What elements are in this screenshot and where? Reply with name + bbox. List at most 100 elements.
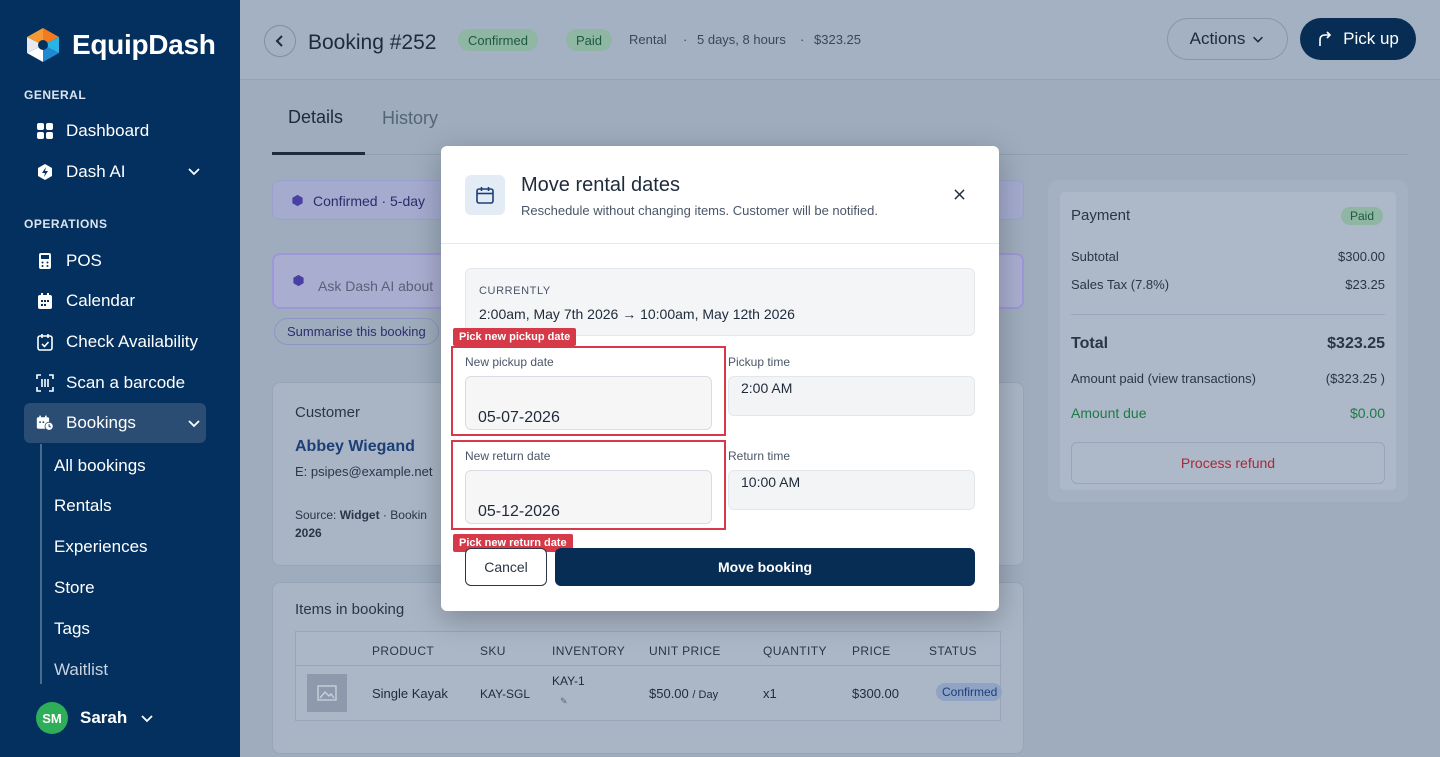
product-thumbnail (307, 674, 347, 712)
chevron-down-icon[interactable] (186, 163, 202, 179)
payment-header: Payment Paid (1071, 207, 1385, 225)
chevron-down-icon[interactable] (186, 415, 202, 431)
source-value: Widget (339, 508, 380, 522)
barcode-icon (36, 374, 54, 392)
sidebar-subitem-all-bookings[interactable]: All bookings (54, 456, 146, 476)
actions-button[interactable]: Actions (1167, 18, 1288, 60)
meta-separator: · (800, 32, 805, 47)
source-year: 2026 (295, 526, 322, 540)
items-title: Items in booking (295, 601, 405, 618)
sidebar-subitem-store[interactable]: Store (54, 578, 95, 598)
calendar-icon (36, 292, 54, 310)
return-time-input[interactable]: 10:00 AM (728, 470, 975, 510)
sidebar-item-scan-barcode[interactable]: Scan a barcode (24, 364, 206, 402)
customer-title: Customer (295, 404, 361, 421)
pickup-button[interactable]: Pick up (1300, 18, 1416, 60)
sidebar-item-calendar[interactable]: Calendar (24, 282, 206, 320)
sidebar-item-label: Bookings (66, 413, 136, 432)
amount-paid-value: ($323.25 ) (1325, 371, 1385, 386)
back-button[interactable] (264, 25, 296, 57)
move-dates-modal: Move rental dates Reschedule without cha… (441, 146, 999, 611)
payment-card: Payment Paid Subtotal $300.00 Sales Tax … (1048, 180, 1408, 502)
amount-paid-label[interactable]: Amount paid (view transactions) (1071, 371, 1256, 386)
user-name: Sarah (80, 708, 128, 727)
page-title: Booking #252 (308, 31, 437, 54)
payment-divider (1071, 314, 1385, 315)
hexagon-icon (292, 194, 303, 207)
amount-due-row: Amount due $0.00 (1071, 405, 1385, 421)
chevron-down-icon (1253, 36, 1264, 43)
grid-icon (36, 122, 54, 140)
sidebar-item-dashboard[interactable]: Dashboard (24, 112, 206, 150)
source-line: Source: Widget · Bookin (295, 508, 427, 522)
equipdash-logo-icon (27, 28, 59, 62)
cell-product: Single Kayak (372, 686, 448, 701)
sidebar-subitem-waitlist[interactable]: Waitlist (54, 660, 108, 680)
payment-panel: Payment Paid Subtotal $300.00 Sales Tax … (1060, 192, 1396, 490)
col-price: PRICE (852, 644, 891, 658)
edit-icon[interactable]: ✎ (560, 696, 568, 707)
sidebar-item-label: POS (66, 251, 102, 270)
ai-suggestion-chip[interactable]: Summarise this booking (274, 318, 439, 345)
avatar: SM (36, 702, 68, 734)
sidebar-item-dash-ai[interactable]: Dash AI (24, 153, 206, 191)
sidebar-subitem-tags[interactable]: Tags (54, 619, 90, 639)
payment-paid-badge: Paid (1340, 207, 1383, 225)
move-booking-button[interactable]: Move booking (555, 548, 975, 586)
current-dates-value: 2:00am, May 7th 2026 → 10:00am, May 12th… (479, 306, 795, 322)
app-logo[interactable]: EquipDash (24, 26, 216, 64)
top-bar: Booking #252 Confirmed Paid Rental · 5 d… (240, 0, 1440, 80)
current-label: CURRENTLY (479, 285, 551, 297)
sidebar-item-label: Dashboard (66, 121, 150, 140)
customer-email: E: psipes@example.net (295, 464, 433, 479)
sidebar-item-bookings[interactable]: Bookings (24, 403, 206, 443)
sidebar-item-label: Scan a barcode (66, 373, 186, 392)
meta-separator: · (683, 32, 688, 47)
sidebar-subitem-experiences[interactable]: Experiences (54, 537, 148, 557)
cell-inventory: KAY-1 (552, 674, 585, 688)
customer-name[interactable]: Abbey Wiegand (295, 438, 415, 456)
tax-label: Sales Tax (7.8%) (1071, 277, 1170, 292)
pickup-time-value: 2:00 AM (741, 380, 793, 396)
pickup-date-highlight (451, 346, 726, 436)
unit-price-suffix: / Day (692, 689, 719, 701)
pickup-time-input[interactable]: 2:00 AM (728, 376, 975, 416)
tab-details[interactable]: Details (288, 107, 343, 128)
amount-due-value: $0.00 (1349, 405, 1385, 421)
total-row: Total $323.25 (1071, 335, 1385, 353)
amount-paid-row[interactable]: Amount paid (view transactions) ($323.25… (1071, 371, 1385, 386)
tax-value: $23.25 (1345, 277, 1385, 292)
return-time-value: 10:00 AM (741, 474, 801, 490)
pickup-arrow-icon (1319, 31, 1332, 46)
section-operations: OPERATIONS (24, 217, 108, 231)
sidebar-item-check-availability[interactable]: Check Availability (24, 323, 206, 361)
banner-text: Confirmed · 5-day (313, 193, 426, 209)
sidebar-item-pos[interactable]: POS (24, 242, 206, 280)
subtotal-label: Subtotal (1071, 249, 1119, 264)
chevron-down-icon (141, 715, 153, 723)
source-label: Source: (295, 508, 337, 522)
pickup-date-tag: Pick new pickup date (453, 328, 577, 346)
modal-divider (441, 243, 999, 244)
booking-duration: 5 days, 8 hours (697, 32, 786, 47)
submenu-line (40, 444, 42, 684)
cell-quantity: x1 (763, 686, 777, 701)
sidebar-item-label: Dash AI (66, 162, 126, 181)
total-value: $323.25 (1327, 335, 1385, 352)
user-menu[interactable]: SM Sarah (36, 702, 155, 734)
image-placeholder-icon (317, 685, 337, 701)
sidebar-subitem-rentals[interactable]: Rentals (54, 496, 112, 516)
process-refund-button[interactable]: Process refund (1071, 442, 1385, 484)
col-status: STATUS (929, 644, 977, 658)
pos-terminal-icon (36, 252, 54, 270)
sidebar-item-label: Check Availability (66, 332, 198, 351)
cancel-button[interactable]: Cancel (465, 548, 547, 586)
paid-badge: Paid (566, 29, 613, 51)
status-badge: Confirmed (458, 29, 538, 51)
pickup-time-label: Pickup time (728, 355, 791, 369)
close-icon[interactable] (951, 186, 967, 202)
tab-history[interactable]: History (382, 108, 438, 129)
cell-sku: KAY-SGL (480, 687, 531, 701)
return-time-label: Return time (728, 449, 791, 463)
unit-price-value: $50.00 (649, 686, 689, 701)
